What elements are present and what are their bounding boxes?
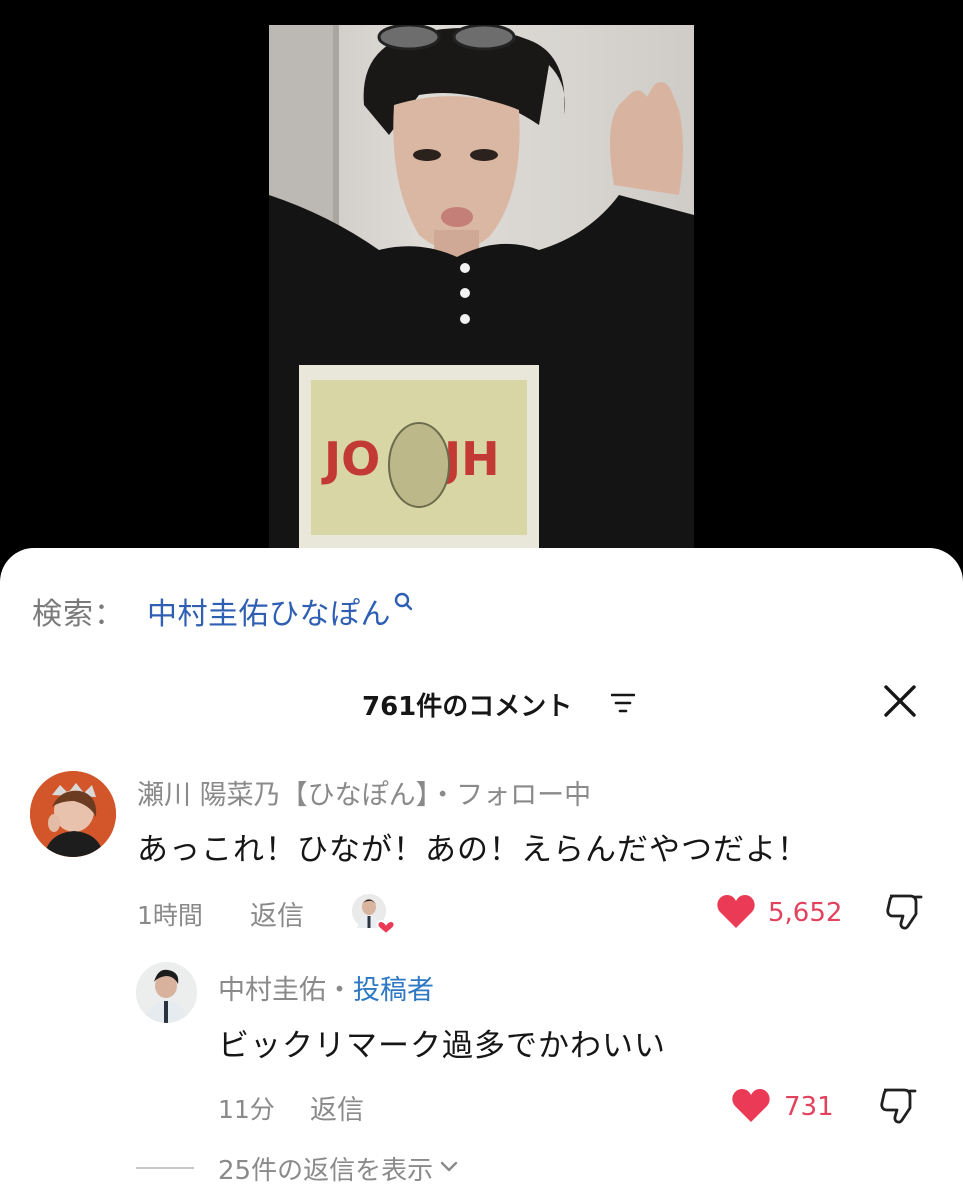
like-count: 5,652 [768,898,843,928]
reply-text: ビックリマーク過多でかわいい [218,1028,666,1064]
view-replies-button[interactable]: 25件の返信を表示 [136,1148,459,1188]
heart-icon[interactable] [716,894,756,934]
search-term-link[interactable]: 中村圭佑ひなぽん [147,589,391,633]
comment-sheet: 検索： 中村圭佑ひなぽん 761件のコメント 瀬川 陽菜乃【ひなぽん】・フォロー… [0,548,963,1200]
reply-timestamp: 11分 [218,1095,275,1124]
comment-author[interactable]: 瀬川 陽菜乃【ひなぽん】・フォロー中 [137,773,591,812]
close-icon[interactable] [882,683,918,723]
reply-button[interactable]: 返信 [250,894,304,933]
creator-badge: 投稿者 [353,975,434,1006]
chevron-down-icon [439,1159,459,1178]
search-suggestion[interactable]: 検索： 中村圭佑ひなぽん [32,586,415,636]
dislike-icon[interactable] [878,1086,918,1130]
dislike-icon[interactable] [884,892,924,936]
comment-text: あっこれ！ひなが！あの！えらんだやつだよ！ [137,832,809,868]
heart-icon[interactable] [731,1088,771,1128]
author-name[interactable]: 瀬川 陽菜乃【ひなぽん】 [137,780,429,811]
video-thumbnail[interactable]: JO JH [269,25,694,560]
video-player-area[interactable]: JO JH [0,0,963,560]
creator-liked-avatar [352,894,396,936]
follow-status: ・フォロー中 [429,780,592,811]
reply-item: 中村圭佑・投稿者 ビックリマーク過多でかわいい 11分 返信 731 [0,960,963,1140]
avatar[interactable] [136,962,197,1023]
comment-count: 761件のコメント [362,692,573,722]
sort-filter-icon[interactable] [610,692,636,718]
reply-button[interactable]: 返信 [310,1088,364,1127]
avatar[interactable] [30,771,116,857]
comments-header: 761件のコメント [0,678,963,728]
divider-line [136,1167,194,1169]
comment-timestamp: 1時間 [137,901,203,930]
svg-text:JH: JH [441,432,500,486]
author-separator: ・ [326,975,353,1006]
svg-text:JO: JO [321,432,380,486]
comment-item: 瀬川 陽菜乃【ひなぽん】・フォロー中 あっこれ！ひなが！あの！えらんだやつだよ！… [0,768,963,948]
search-label: 検索： [32,597,125,632]
author-name[interactable]: 中村圭佑 [218,975,326,1006]
reply-author[interactable]: 中村圭佑・投稿者 [218,968,434,1007]
like-count: 731 [784,1092,834,1122]
search-icon [393,591,415,617]
view-replies-label: 25件の返信を表示 [218,1155,434,1186]
